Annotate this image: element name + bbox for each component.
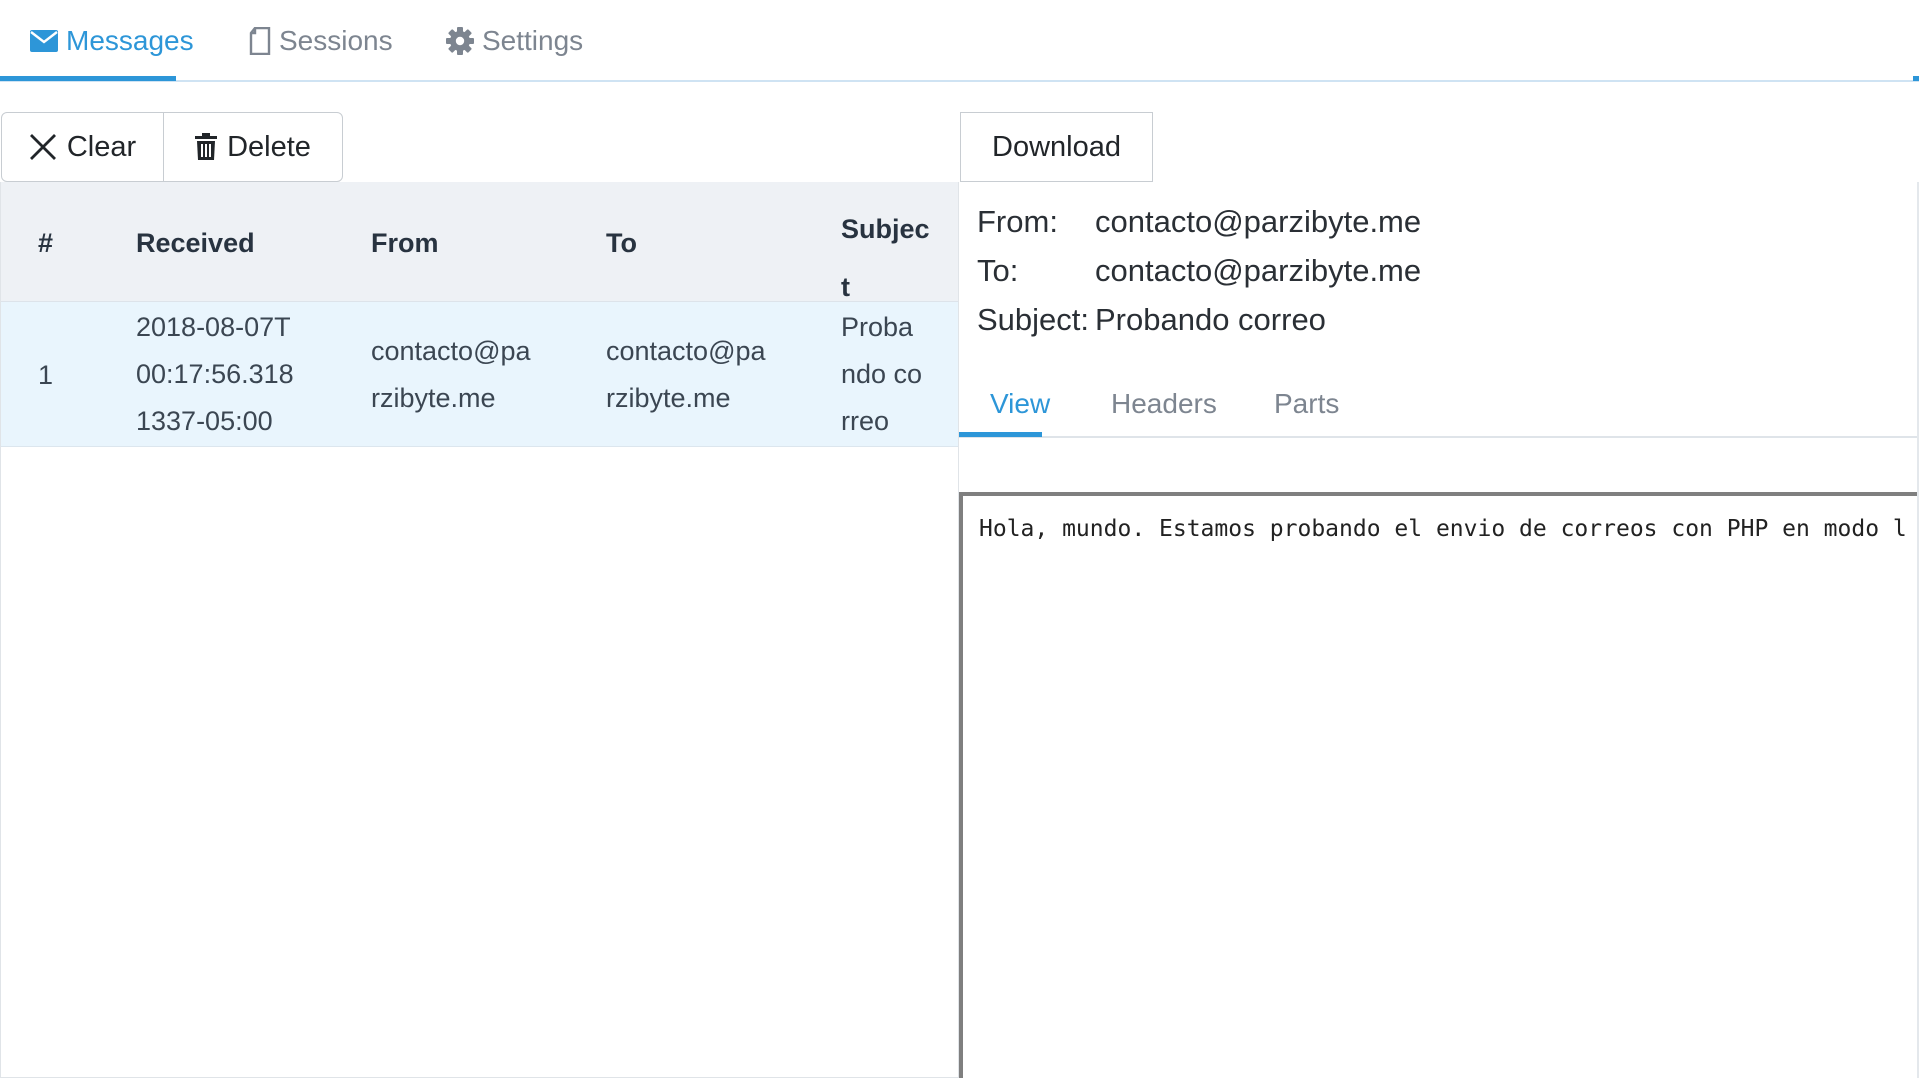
- cell-index: 1: [38, 360, 54, 390]
- trash-icon: [195, 133, 218, 161]
- tab-settings-label: Settings: [482, 25, 584, 56]
- cell-received: 2018-08-07T 00:17:56.318 1337-05:00: [136, 304, 294, 445]
- to-row: To: contacto@parzibyte.me: [977, 247, 1421, 295]
- from-label: From:: [977, 204, 1058, 239]
- to-label: To:: [977, 253, 1019, 288]
- tab-view[interactable]: View: [990, 370, 1050, 438]
- active-subtab-indicator: [959, 432, 1042, 437]
- cell-subject-line: Proba: [841, 312, 914, 342]
- tab-bar-edge-accent: [1913, 76, 1919, 81]
- clear-button[interactable]: Clear: [1, 112, 164, 182]
- from-row: From: contacto@parzibyte.me: [977, 198, 1421, 246]
- cell-subject-line: rreo: [841, 406, 890, 436]
- document-icon: [249, 27, 271, 55]
- from-value: contacto@parzibyte.me: [1095, 204, 1422, 239]
- close-icon: [29, 133, 57, 161]
- message-body-frame[interactable]: Hola, mundo. Estamos probando el envio d…: [959, 492, 1919, 1078]
- column-header-subject: Subjec t: [841, 200, 930, 316]
- column-header-to: To: [606, 228, 637, 258]
- cell-to: contacto@pa rzibyte.me: [606, 328, 766, 422]
- tab-parts[interactable]: Parts: [1274, 370, 1339, 438]
- cell-received-line: 2018-08-07T: [136, 312, 291, 342]
- download-button-label: Download: [992, 130, 1121, 163]
- column-header-from: From: [371, 228, 439, 258]
- message-view-tabs: View Headers Parts: [959, 370, 1919, 438]
- subject-row: Subject: Probando correo: [977, 296, 1326, 344]
- gear-icon: [446, 27, 474, 55]
- download-button[interactable]: Download: [960, 112, 1153, 182]
- cell-from-line: rzibyte.me: [371, 383, 496, 413]
- tab-sessions[interactable]: Sessions: [249, 0, 393, 82]
- envelope-icon: [30, 30, 58, 52]
- message-list: # Received From To Subjec t 1 2018-08-07…: [0, 182, 959, 1078]
- delete-button[interactable]: Delete: [163, 112, 343, 182]
- cell-received-line: 1337-05:00: [136, 406, 273, 436]
- to-value: contacto@parzibyte.me: [1095, 253, 1422, 288]
- cell-from-line: contacto@pa: [371, 336, 531, 366]
- column-header-subject-line1: Subjec: [841, 214, 930, 244]
- top-tab-bar: Messages Sessions Settings: [0, 0, 1919, 82]
- tab-headers[interactable]: Headers: [1111, 370, 1217, 438]
- cell-subject-line: ndo co: [841, 359, 923, 389]
- delete-button-label: Delete: [227, 130, 311, 163]
- message-detail: From: contacto@parzibyte.me To: contacto@p…: [959, 182, 1919, 1078]
- subject-value: Probando correo: [1095, 302, 1326, 337]
- active-tab-indicator: [0, 76, 176, 81]
- cell-received-line: 00:17:56.318: [136, 359, 294, 389]
- column-header-received: Received: [136, 228, 255, 258]
- tab-messages[interactable]: Messages: [30, 0, 194, 82]
- clear-button-label: Clear: [66, 130, 137, 163]
- cell-to-line: contacto@pa: [606, 336, 766, 366]
- tab-settings[interactable]: Settings: [446, 0, 583, 82]
- subject-label: Subject:: [977, 302, 1090, 337]
- column-header-index: #: [38, 228, 54, 258]
- table-row[interactable]: 1 2018-08-07T 00:17:56.318 1337-05:00 co…: [1, 302, 958, 447]
- tab-sessions-label: Sessions: [279, 25, 393, 56]
- tab-messages-label: Messages: [66, 25, 194, 56]
- cell-from: contacto@pa rzibyte.me: [371, 328, 531, 422]
- table-header: # Received From To Subjec t: [1, 182, 958, 302]
- message-body-text: Hola, mundo. Estamos probando el envio d…: [979, 516, 1907, 542]
- cell-to-line: rzibyte.me: [606, 383, 731, 413]
- cell-subject: Proba ndo co rreo: [841, 304, 922, 445]
